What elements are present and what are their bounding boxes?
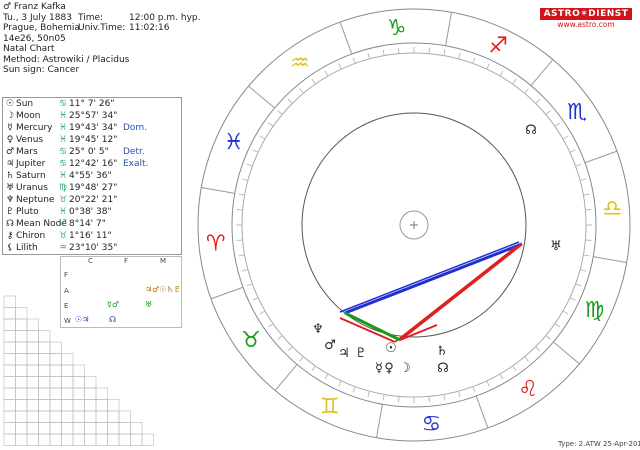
capricorn-icon: ♑ — [387, 16, 407, 41]
leo-icon: ♌ — [518, 377, 538, 402]
node-icon: ☊ — [437, 361, 449, 376]
uranus-icon: ♅ — [550, 239, 562, 254]
cancer-icon: ♋ — [421, 412, 441, 437]
sagittarius-icon: ♐ — [488, 34, 508, 59]
degree-tick — [236, 208, 243, 211]
sun-icon: ☉ — [385, 341, 397, 356]
degree-tick — [236, 239, 243, 242]
mercury-icon: ☿ — [375, 361, 383, 376]
gemini-icon: ♊ — [320, 394, 340, 419]
taurus-icon: ♉ — [241, 328, 261, 353]
degree-tick — [428, 47, 431, 54]
degree-tick — [585, 239, 592, 242]
degree-tick — [585, 208, 592, 211]
jupiter-icon: ♃ — [338, 346, 350, 361]
virgo-icon: ♍ — [584, 298, 604, 323]
footer: Type: 2.ATW 25-Apr-2013 — [558, 440, 640, 448]
aries-icon: ♈ — [206, 231, 226, 256]
venus-icon: ♀ — [384, 361, 394, 376]
footer-date: 25-Apr-2013 — [603, 440, 640, 448]
moon-icon: ☽ — [399, 361, 411, 376]
mars-icon: ♂ — [324, 338, 336, 353]
degree-tick — [397, 396, 400, 403]
pluto-icon: ♇ — [355, 346, 367, 361]
scorpio-icon: ♏ — [567, 100, 587, 125]
libra-icon: ♎ — [602, 197, 622, 222]
footer-type: Type: 2.ATW — [558, 440, 601, 448]
degree-tick — [428, 396, 431, 403]
saturn-icon: ♄ — [436, 344, 448, 359]
pisces-icon: ♓ — [224, 130, 244, 155]
aquarius-icon: ♒ — [290, 51, 310, 76]
neptune-icon: ♆ — [312, 322, 324, 337]
degree-tick — [397, 47, 400, 54]
chart-wheel: ♑ ♐ ♏ ♎ ♍ ♌ ♋ ♊ ♉ ♈ ♓ ♒ ♆♂♃ ♇ ☉ ♀ ☽ ♄ ☊ ☿ ♅ ☊ — [197, 8, 631, 442]
node-icon: ☊ — [525, 123, 537, 138]
